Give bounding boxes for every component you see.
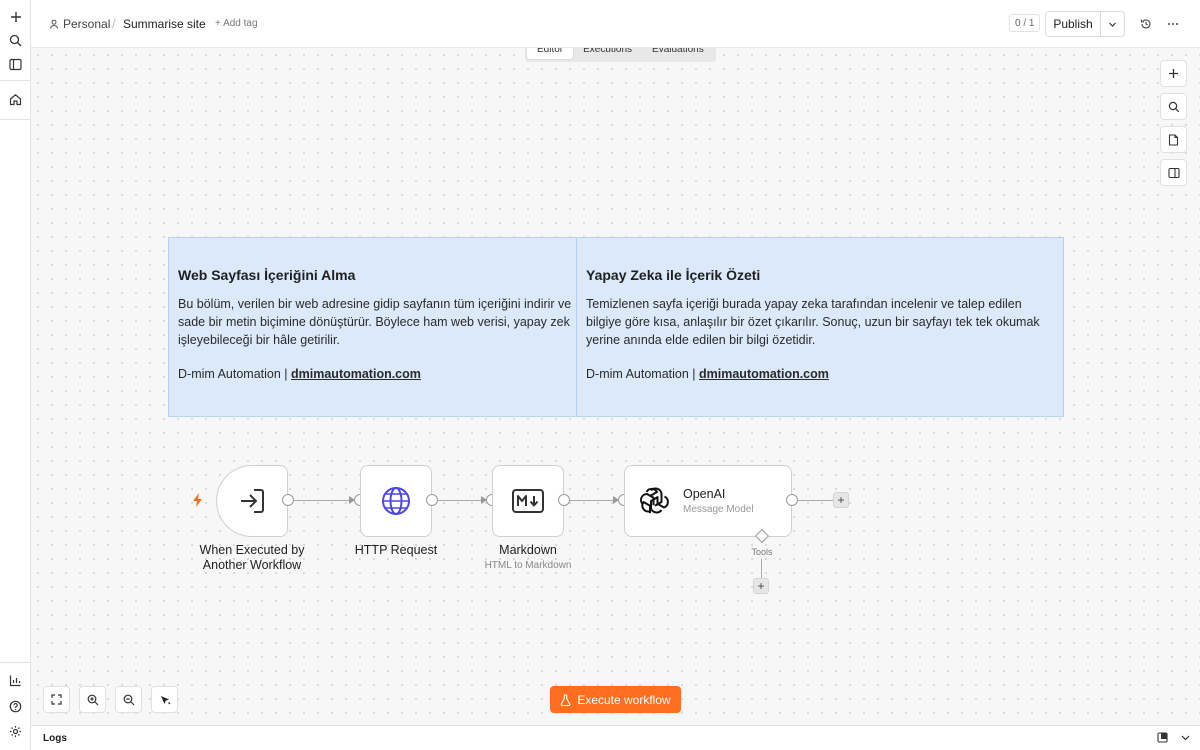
search-icon[interactable]	[5, 30, 26, 51]
output-port[interactable]	[426, 494, 438, 506]
trigger-bolt-icon	[192, 493, 204, 510]
node-title: When Executed by Another Workflow	[186, 543, 318, 573]
signature-link[interactable]: dmimautomation.com	[699, 367, 829, 381]
home-icon[interactable]	[5, 89, 26, 110]
node-subtitle: Message Model	[683, 504, 754, 515]
rail-divider	[0, 80, 31, 81]
output-port[interactable]	[558, 494, 570, 506]
tab-executions[interactable]: Executions	[573, 48, 642, 59]
fullscreen-icon	[51, 694, 62, 705]
signature-link[interactable]: dmimautomation.com	[291, 367, 421, 381]
sticky-line: Bu bölüm, verilen bir web adresine gidip…	[178, 297, 572, 311]
publish-button-group: Publish	[1045, 11, 1125, 37]
tidy-up-button[interactable]	[151, 686, 178, 713]
connection-line	[798, 500, 834, 501]
openai-node-text: OpenAI Message Model	[683, 487, 754, 515]
flask-icon	[560, 693, 571, 706]
breadcrumb-separator: /	[112, 16, 116, 31]
sticky-line: bilgiye göre kısa, anlaşılır bir özet çı…	[586, 315, 1040, 329]
search-icon	[1168, 101, 1179, 112]
zoom-in-button[interactable]	[79, 686, 106, 713]
create-plus-icon[interactable]	[5, 6, 26, 27]
node-openai[interactable]: OpenAI Message Model	[624, 465, 792, 537]
sticky-line: işleyebileceği bir hâle getirilir.	[178, 333, 340, 347]
search-nodes-button[interactable]	[1160, 93, 1187, 120]
chevron-down-icon	[1109, 22, 1116, 27]
node-title: Markdown	[499, 543, 557, 557]
tab-evaluations[interactable]: Evaluations	[642, 48, 714, 59]
header: Personal / Summarise site + Add tag 0 / …	[31, 0, 1200, 48]
view-tabs: Editor Executions Evaluations	[525, 48, 716, 62]
history-icon[interactable]	[1137, 15, 1155, 33]
settings-gear-icon[interactable]	[5, 721, 26, 742]
sticky-note-web-content[interactable]: Web Sayfası İçeriğini Alma Bu bölüm, ver…	[168, 237, 577, 417]
more-options-icon[interactable]	[1164, 15, 1182, 33]
logs-panel-bar[interactable]: Logs	[31, 725, 1200, 750]
workflow-canvas[interactable]: Editor Executions Evaluations Web Sayfas…	[31, 48, 1200, 725]
left-rail	[0, 0, 31, 750]
sticky-signature: D-mim Automation | dmimautomation.com	[586, 367, 1054, 381]
toggle-logs-icon[interactable]	[1180, 732, 1191, 746]
add-tool-button[interactable]: +	[753, 578, 769, 594]
insights-chart-icon[interactable]	[5, 670, 26, 691]
tools-connection-line	[761, 559, 762, 579]
tools-label: Tools	[751, 547, 773, 557]
sticky-signature: D-mim Automation | dmimautomation.com	[178, 367, 567, 381]
publish-button[interactable]: Publish	[1046, 12, 1100, 36]
zoom-out-icon	[123, 694, 134, 705]
rail-divider	[0, 662, 31, 663]
tab-editor[interactable]: Editor	[527, 48, 574, 59]
node-execute-workflow-trigger[interactable]	[216, 465, 288, 537]
note-icon	[1168, 133, 1179, 146]
output-port[interactable]	[786, 494, 798, 506]
panel-icon	[1167, 167, 1180, 178]
cursor-sparkle-icon	[160, 695, 170, 704]
rail-divider	[0, 119, 31, 120]
add-node-button[interactable]	[1160, 60, 1187, 87]
fit-view-button[interactable]	[43, 686, 70, 713]
sidebar-toggle-icon[interactable]	[5, 54, 26, 75]
help-icon[interactable]	[5, 696, 26, 717]
add-sticky-note-button[interactable]	[1160, 126, 1187, 153]
publish-options-button[interactable]	[1100, 12, 1124, 36]
connection-line	[570, 500, 618, 501]
openai-icon	[639, 487, 669, 514]
execute-workflow-button[interactable]: Execute workflow	[550, 686, 681, 713]
globe-icon	[382, 487, 410, 515]
connection-line	[294, 500, 354, 501]
add-tag-button[interactable]: + Add tag	[215, 18, 258, 29]
version-counter: 0 / 1	[1009, 14, 1041, 32]
output-port[interactable]	[282, 494, 294, 506]
node-title-line: Another Workflow	[202, 558, 302, 572]
sticky-title: Web Sayfası İçeriğini Alma	[178, 267, 356, 283]
markdown-icon	[512, 489, 544, 513]
project-name: Personal	[63, 17, 111, 31]
plus-icon	[1169, 69, 1178, 78]
logs-label: Logs	[43, 733, 67, 744]
node-subtitle: HTML to Markdown	[484, 560, 572, 571]
node-http-request[interactable]	[360, 465, 432, 537]
sticky-title: Yapay Zeka ile İçerik Özeti	[586, 267, 761, 283]
node-title: HTTP Request	[354, 543, 438, 557]
node-title: OpenAI	[683, 487, 726, 501]
pop-out-logs-icon[interactable]	[1157, 732, 1168, 746]
node-markdown[interactable]	[492, 465, 564, 537]
zoom-in-icon	[87, 694, 98, 705]
toggle-panel-button[interactable]	[1160, 159, 1187, 186]
execute-workflow-label: Execute workflow	[577, 692, 671, 707]
sign-in-icon	[241, 489, 264, 513]
workflow-name[interactable]: Summarise site	[123, 17, 206, 31]
sticky-line: sade bir metin biçimine dönüştürür. Böyl…	[178, 315, 570, 329]
connection-line	[438, 500, 486, 501]
add-next-node-button[interactable]: +	[833, 492, 849, 508]
signature-text: D-mim Automation |	[586, 367, 700, 381]
node-title-line: When Executed by	[199, 543, 305, 557]
sticky-note-ai-summary[interactable]: Yapay Zeka ile İçerik Özeti Temizlenen s…	[576, 237, 1064, 417]
zoom-out-button[interactable]	[115, 686, 142, 713]
sticky-line: Temizlenen sayfa içeriği burada yapay ze…	[586, 297, 1022, 311]
breadcrumb-project[interactable]: Personal	[49, 17, 110, 31]
user-icon	[50, 19, 58, 29]
signature-text: D-mim Automation |	[178, 367, 292, 381]
sticky-line: yerine anında elde edilen bir bilgi özet…	[586, 333, 816, 347]
